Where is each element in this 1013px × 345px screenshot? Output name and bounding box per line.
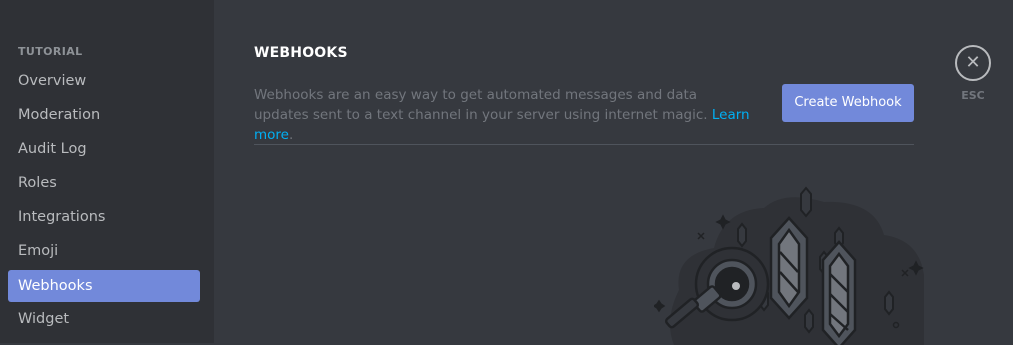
sidebar-item-widget[interactable]: Widget — [8, 303, 200, 335]
page-title: WEBHOOKS — [254, 45, 348, 61]
sidebar-item-overview[interactable]: Overview — [8, 65, 200, 97]
sidebar-item-roles[interactable]: Roles — [8, 167, 200, 199]
sidebar-item-audit-log[interactable]: Audit Log — [8, 133, 200, 165]
description-text: Webhooks are an easy way to get automate… — [254, 87, 708, 123]
settings-content: WEBHOOKS Webhooks are an easy way to get… — [214, 0, 1013, 345]
settings-sidebar: TUTORIAL Overview Moderation Audit Log R… — [0, 0, 214, 343]
divider — [254, 144, 914, 145]
close-icon: ✕ — [965, 52, 981, 73]
webhooks-empty-illustration — [654, 186, 924, 345]
close-button[interactable]: ✕ — [955, 45, 991, 81]
crystal-right — [821, 240, 857, 345]
sidebar-section-title: TUTORIAL — [18, 45, 83, 58]
webhooks-description: Webhooks are an easy way to get automate… — [254, 85, 754, 145]
sidebar-item-emoji[interactable]: Emoji — [8, 235, 200, 267]
create-webhook-button[interactable]: Create Webhook — [782, 84, 914, 122]
sidebar-item-moderation[interactable]: Moderation — [8, 99, 200, 131]
sidebar-item-webhooks[interactable]: Webhooks — [8, 270, 200, 302]
sidebar-item-integrations[interactable]: Integrations — [8, 201, 200, 233]
description-period: . — [288, 127, 294, 143]
crystal-left — [769, 216, 809, 320]
esc-label: ESC — [961, 89, 985, 102]
